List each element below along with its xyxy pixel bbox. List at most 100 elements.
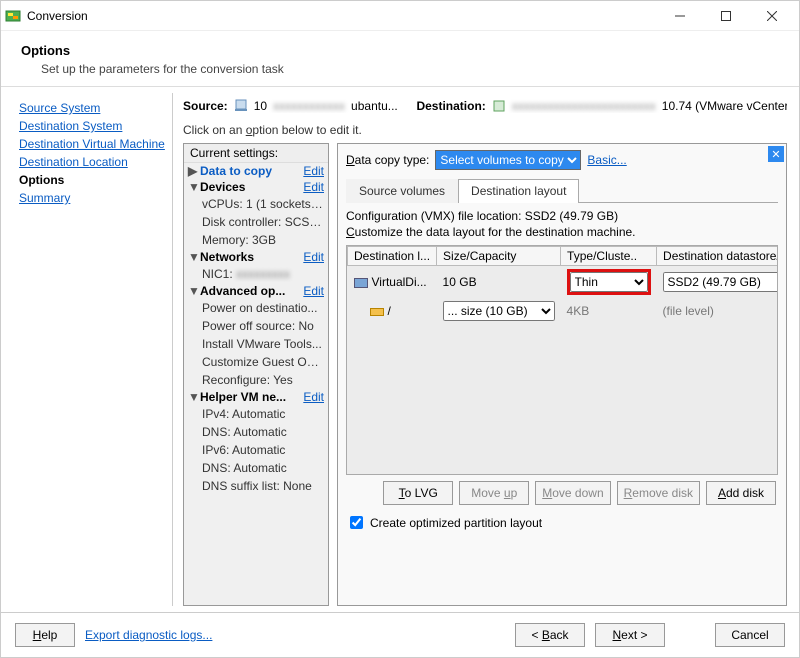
- move-down-button[interactable]: Move down: [535, 481, 610, 505]
- optimized-layout-label: Create optimized partition layout: [370, 516, 542, 530]
- group-helper-vm[interactable]: ▼ Helper VM ne... Edit: [184, 389, 328, 405]
- back-button[interactable]: < Back: [515, 623, 585, 647]
- panel-close-icon[interactable]: ✕: [768, 146, 784, 162]
- next-button[interactable]: Next >: [595, 623, 665, 647]
- source-suffix: ubantu...: [351, 99, 398, 113]
- window-title: Conversion: [27, 9, 657, 23]
- group-advanced[interactable]: ▼ Advanced op... Edit: [184, 283, 328, 299]
- page-subheading: Set up the parameters for the conversion…: [41, 62, 779, 76]
- helper-ipv4: IPv4: Automatic: [184, 405, 328, 423]
- layout-table-wrap: Destination l... Size/Capacity Type/Clus…: [346, 245, 778, 475]
- customize-hint: Customize the data layout for the destin…: [346, 225, 778, 239]
- adv-customize-guest: Customize Guest OS...: [184, 353, 328, 371]
- tab-source-volumes[interactable]: Source volumes: [346, 179, 458, 203]
- body: Source System Destination System Destina…: [1, 87, 799, 612]
- current-settings-panel: Current settings: ▶ Data to copy Edit ▼ …: [183, 143, 329, 606]
- titlebar: Conversion: [1, 1, 799, 31]
- disk-type-select[interactable]: Thin: [570, 272, 648, 292]
- arrow-down-icon: ▼: [188, 284, 198, 298]
- edit-link[interactable]: Edit: [303, 164, 324, 178]
- group-label: Advanced op...: [200, 284, 285, 298]
- disk-datastore-select[interactable]: SSD2 (49.79 GB): [663, 272, 778, 292]
- adv-power-off: Power off source: No: [184, 317, 328, 335]
- edit-link[interactable]: Edit: [303, 250, 324, 264]
- group-label: Networks: [200, 250, 254, 264]
- tabs: Source volumes Destination layout: [346, 178, 778, 203]
- arrow-right-icon: ▶: [188, 164, 198, 178]
- minimize-button[interactable]: [657, 1, 703, 31]
- settings-tree: ▶ Data to copy Edit ▼ Devices Edit vCPUs…: [184, 163, 328, 499]
- table-row-partition[interactable]: / ... size (10 GB) 4KB (file level): [348, 298, 779, 324]
- type-highlight: Thin: [567, 269, 651, 295]
- partition-size-select[interactable]: ... size (10 GB): [443, 301, 555, 321]
- move-up-button[interactable]: Move up: [459, 481, 529, 505]
- group-data-to-copy[interactable]: ▶ Data to copy Edit: [184, 163, 328, 179]
- col-datastore[interactable]: Destination datastore/Co...: [657, 247, 778, 266]
- vmx-location: Configuration (VMX) file location: SSD2 …: [346, 209, 778, 223]
- page-heading: Options: [21, 43, 779, 58]
- source-prefix: 10: [254, 99, 267, 113]
- export-logs-link[interactable]: Export diagnostic logs...: [85, 628, 212, 642]
- layout-table: Destination l... Size/Capacity Type/Clus…: [347, 246, 778, 324]
- current-settings-title: Current settings:: [184, 144, 328, 163]
- table-header-row: Destination l... Size/Capacity Type/Clus…: [348, 247, 779, 266]
- data-copy-type-select[interactable]: Select volumes to copy: [435, 150, 581, 170]
- partition-cluster: 4KB: [561, 298, 657, 324]
- partition-datastore: (file level): [657, 298, 778, 324]
- edit-link[interactable]: Edit: [303, 390, 324, 404]
- edit-link[interactable]: Edit: [303, 284, 324, 298]
- adv-install-tools: Install VMware Tools...: [184, 335, 328, 353]
- table-row-disk[interactable]: VirtualDi... 10 GB Thin: [348, 266, 779, 299]
- adv-power-on: Power on destinatio...: [184, 299, 328, 317]
- col-size[interactable]: Size/Capacity: [437, 247, 561, 266]
- devices-disk-controller: Disk controller: SCSI ...: [184, 213, 328, 231]
- nav-destination-system[interactable]: Destination System: [19, 117, 166, 135]
- app-icon: [5, 8, 21, 24]
- window: Conversion Options Set up the parameters…: [0, 0, 800, 658]
- arrow-down-icon: ▼: [188, 390, 198, 404]
- optimized-layout-row: Create optimized partition layout: [346, 513, 778, 532]
- group-label: Data to copy: [200, 164, 272, 178]
- maximize-button[interactable]: [703, 1, 749, 31]
- work-row: Current settings: ▶ Data to copy Edit ▼ …: [183, 143, 787, 606]
- disk-icon: [354, 278, 368, 288]
- col-destination[interactable]: Destination l...: [348, 247, 437, 266]
- group-networks[interactable]: ▼ Networks Edit: [184, 249, 328, 265]
- remove-disk-button[interactable]: Remove disk: [617, 481, 700, 505]
- nav-source-system[interactable]: Source System: [19, 99, 166, 117]
- to-lvg-button[interactable]: To LVG: [383, 481, 453, 505]
- wizard-nav: Source System Destination System Destina…: [3, 93, 173, 606]
- dest-suffix: 10.74 (VMware vCenter...: [662, 99, 787, 113]
- basic-link[interactable]: Basic...: [587, 153, 626, 167]
- helper-ipv6: IPv6: Automatic: [184, 441, 328, 459]
- nav-options[interactable]: Options: [19, 171, 166, 189]
- cancel-button[interactable]: Cancel: [715, 623, 785, 647]
- nav-summary[interactable]: Summary: [19, 189, 166, 207]
- edit-link[interactable]: Edit: [303, 180, 324, 194]
- nav-destination-vm[interactable]: Destination Virtual Machine: [19, 135, 166, 153]
- adv-reconfigure: Reconfigure: Yes: [184, 371, 328, 389]
- source-label: Source:: [183, 99, 228, 113]
- close-button[interactable]: [749, 1, 795, 31]
- data-copy-type-row: Data copy type: Select volumes to copy B…: [346, 150, 778, 170]
- optimized-layout-checkbox[interactable]: [350, 516, 363, 529]
- nav-destination-location[interactable]: Destination Location: [19, 153, 166, 171]
- source-dest-row: Source: 10 xxxxxxxxxxxx ubantu... Destin…: [183, 99, 787, 113]
- host-icon: [492, 99, 506, 113]
- tab-destination-layout[interactable]: Destination layout: [458, 179, 579, 203]
- content-column: Source: 10 xxxxxxxxxxxx ubantu... Destin…: [173, 93, 797, 606]
- col-type[interactable]: Type/Cluste..: [561, 247, 657, 266]
- partition-icon: [370, 308, 384, 316]
- disk-size: 10 GB: [437, 266, 561, 299]
- partition-name: /: [388, 304, 391, 318]
- server-icon: [234, 99, 248, 113]
- networks-nic1: NIC1: xxxxxxxxx: [184, 265, 328, 283]
- devices-vcpu: vCPUs: 1 (1 sockets ...: [184, 195, 328, 213]
- help-button[interactable]: Help: [15, 623, 75, 647]
- helper-dns-suffix: DNS suffix list: None: [184, 477, 328, 495]
- add-disk-button[interactable]: Add disk: [706, 481, 776, 505]
- section-header: Options Set up the parameters for the co…: [1, 31, 799, 86]
- arrow-down-icon: ▼: [188, 180, 198, 194]
- group-label: Helper VM ne...: [200, 390, 286, 404]
- group-devices[interactable]: ▼ Devices Edit: [184, 179, 328, 195]
